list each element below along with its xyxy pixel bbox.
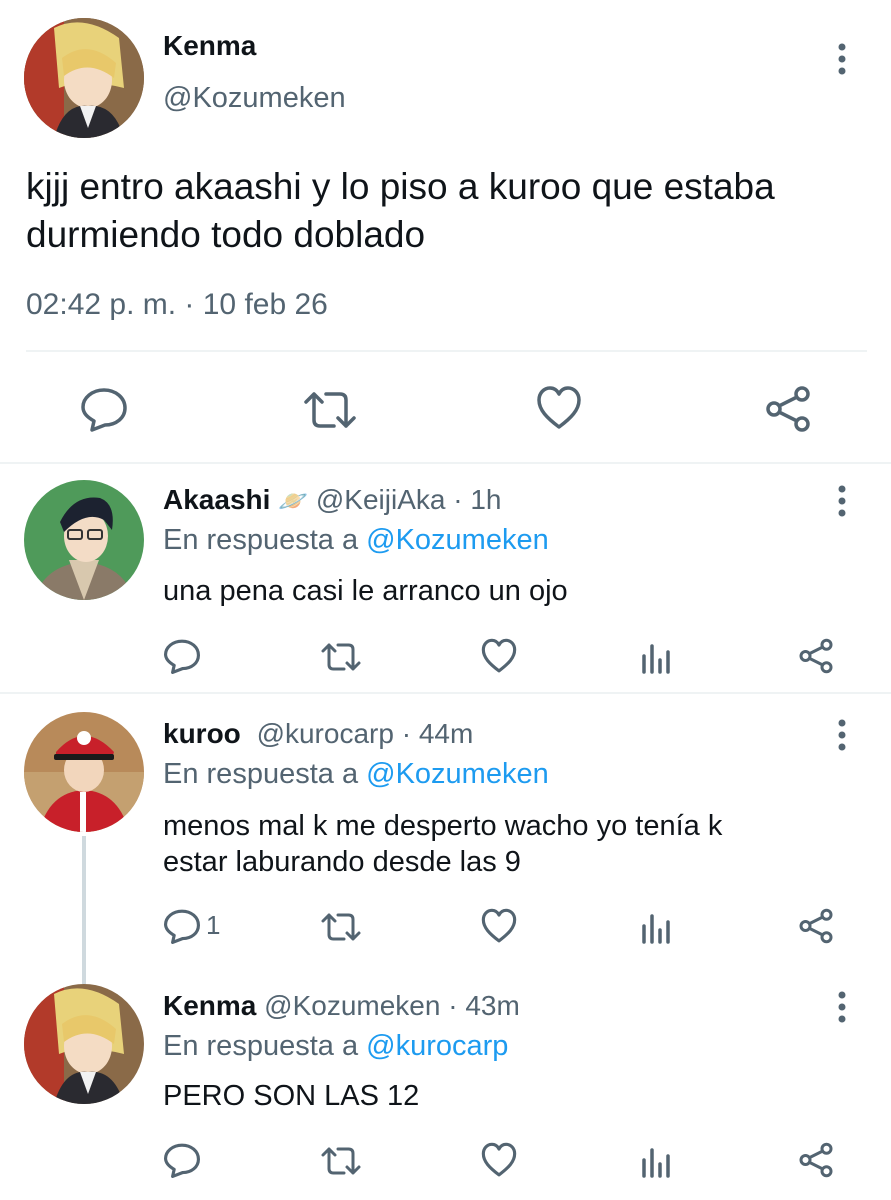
reply-2-analytics-icon[interactable] [640,910,672,944]
reply-3-retweet-icon[interactable] [320,1144,362,1178]
thread-line [82,836,86,984]
akaashi-avatar-image [24,480,144,600]
reply-2-like-icon[interactable] [480,908,518,944]
reply-3-header: Kenma @Kozumeken · 43m [163,990,520,1022]
planet-emoji-icon: 🪐 [278,488,309,515]
avatar-kenma-main[interactable] [24,18,144,138]
more-options-icon[interactable] [834,42,850,76]
reply-1-divider [0,692,891,694]
kuroo-avatar-image [24,712,144,832]
reply-1-reply-to-link[interactable]: @Kozumeken [366,524,549,556]
main-display-name[interactable]: Kenma [163,30,256,62]
reply-2-header: kuroo @kurocarp · 44m [163,718,473,750]
reply-1-in-reply-to: En respuesta a @Kozumeken [163,524,549,557]
reply-3-analytics-icon[interactable] [640,1144,672,1178]
reply-1-time[interactable]: · 1h [453,484,501,515]
share-icon[interactable] [764,386,812,432]
reply-2-text-line2: estar laburando desde las 9 [163,846,521,878]
reply-2-reply-icon[interactable] [163,908,201,944]
reply-1-handle[interactable]: @KeijiAka [316,484,446,515]
reply-3-reply-prefix: En respuesta a [163,1030,359,1062]
reply-3-like-icon[interactable] [480,1142,518,1178]
kenma-avatar-image [24,18,144,138]
main-divider-bottom [0,462,891,464]
retweet-icon[interactable] [302,388,358,432]
reply-2-reply-prefix: En respuesta a [163,758,359,790]
reply-1-display-name[interactable]: Akaashi [163,484,270,515]
reply-1-text: una pena casi le arranco un ojo [163,575,568,607]
main-divider-top [26,350,867,352]
reply-3-in-reply-to: En respuesta a @kurocarp [163,1030,508,1063]
avatar-kuroo[interactable] [24,712,144,832]
reply-icon[interactable] [80,386,128,432]
like-icon[interactable] [535,385,583,431]
main-handle[interactable]: @Kozumeken [163,82,346,115]
reply-1-header: Akaashi 🪐 @KeijiAka · 1h [163,484,501,516]
reply-3-reply-to-link[interactable]: @kurocarp [366,1030,508,1062]
reply-1-share-icon[interactable] [798,638,834,674]
reply-3-display-name[interactable]: Kenma [163,990,256,1021]
reply-2-retweet-icon[interactable] [320,910,362,944]
reply-1-like-icon[interactable] [480,638,518,674]
reply-2-time[interactable]: · 44m [402,718,474,749]
reply-1-reply-icon[interactable] [163,638,201,674]
main-tweet-text-line2: durmiendo todo doblado [26,214,426,255]
reply-2-text-line1: menos mal k me desperto wacho yo tenía k [163,810,723,842]
reply-2-display-name[interactable]: kuroo [163,718,241,749]
reply-3-text: PERO SON LAS 12 [163,1080,420,1112]
reply-3-handle[interactable]: @Kozumeken [264,990,440,1021]
reply-2-reply-to-link[interactable]: @Kozumeken [366,758,549,790]
reply-3-more-options-icon[interactable] [834,990,850,1024]
reply-2-reply-count: 1 [206,910,221,940]
reply-2-more-options-icon[interactable] [834,718,850,752]
avatar-akaashi[interactable] [24,480,144,600]
reply-2-share-icon[interactable] [798,908,834,944]
main-tweet-text-line1: kjjj entro akaashi y lo piso a kuroo que… [26,166,775,207]
reply-2-handle[interactable]: @kurocarp [257,718,394,749]
reply-1-more-options-icon[interactable] [834,484,850,518]
reply-1-analytics-icon[interactable] [640,640,672,674]
reply-1-retweet-icon[interactable] [320,640,362,674]
reply-3-time[interactable]: · 43m [448,990,520,1021]
reply-1-reply-prefix: En respuesta a [163,524,359,556]
reply-3-share-icon[interactable] [798,1142,834,1178]
reply-3-reply-icon[interactable] [163,1142,201,1178]
avatar-kenma-reply[interactable] [24,984,144,1104]
reply-2-in-reply-to: En respuesta a @Kozumeken [163,758,549,791]
kenma-reply-avatar-image [24,984,144,1104]
main-timestamp[interactable]: 02:42 p. m. · 10 feb 26 [26,288,328,322]
